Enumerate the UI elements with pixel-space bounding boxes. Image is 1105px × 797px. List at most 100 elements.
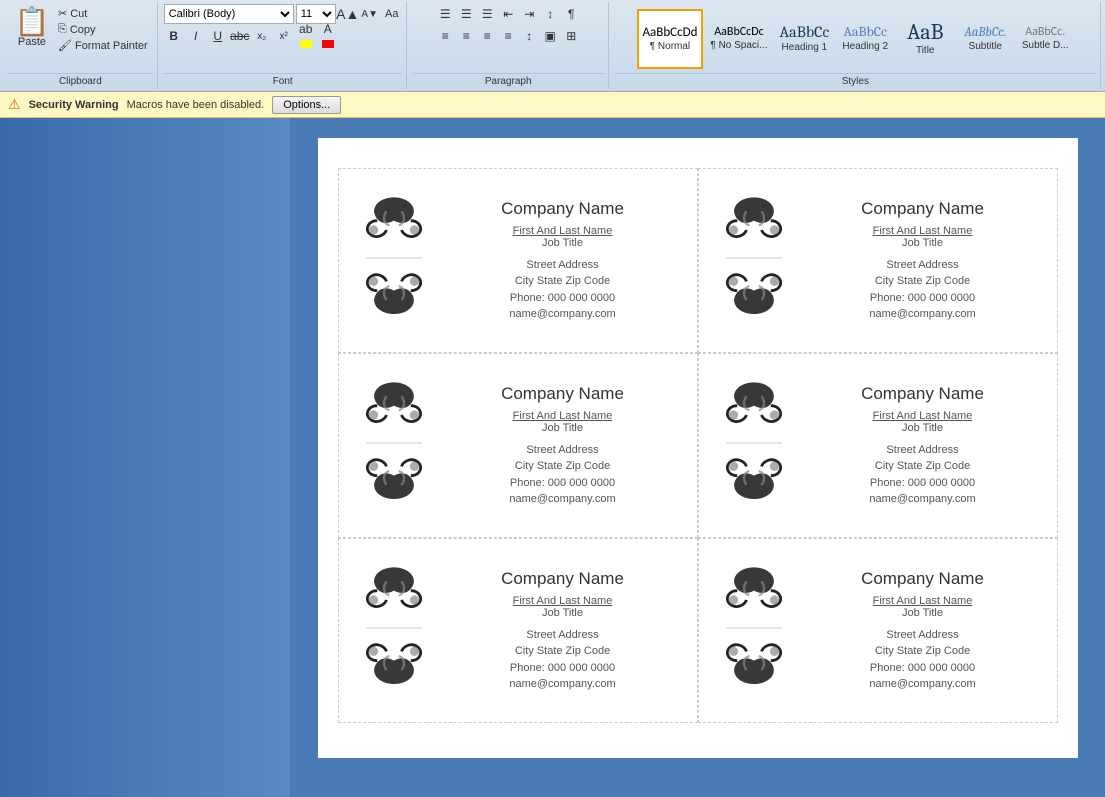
font-label: Font — [164, 73, 402, 87]
increase-font-button[interactable]: A▲ — [338, 4, 358, 24]
subscript-button[interactable]: x₂ — [252, 26, 272, 46]
style-h1-label: Heading 1 — [782, 42, 828, 53]
style-no-spacing[interactable]: AaBbCcDc ¶ No Spaci... — [705, 9, 772, 69]
style-subtle-preview: AaBbCc. — [1025, 26, 1065, 38]
security-icon: ⚠ — [8, 96, 21, 113]
cut-icon: ✂ — [58, 7, 67, 20]
format-painter-button[interactable]: 🖌 Format Painter — [55, 38, 151, 53]
style-normal[interactable]: AaBbCcDd ¶ Normal — [637, 9, 704, 69]
card-logo — [714, 188, 794, 333]
security-message: Macros have been disabled. — [127, 99, 265, 111]
business-card: Company Name First And Last Name Job Tit… — [338, 168, 698, 353]
cut-button[interactable]: ✂ Cut — [55, 6, 151, 21]
card-company-name: Company Name — [444, 569, 682, 589]
multilevel-button[interactable]: ☰ — [477, 4, 497, 24]
style-subtle[interactable]: AaBbCc. Subtle D... — [1016, 9, 1074, 69]
strikethrough-button[interactable]: abc — [230, 26, 250, 46]
font-size-select[interactable]: 11 — [296, 4, 336, 24]
card-job-title: Job Title — [444, 237, 682, 249]
style-title[interactable]: AaB Title — [896, 9, 954, 69]
line-spacing-button[interactable]: ↕ — [519, 26, 539, 46]
card-logo — [714, 558, 794, 703]
main-content: Company Name First And Last Name Job Tit… — [0, 118, 1105, 797]
paragraph-label: Paragraph — [413, 73, 604, 87]
styles-label: Styles — [615, 73, 1096, 87]
card-address: Street Address City State Zip Code Phone… — [444, 442, 682, 508]
copy-icon: ⎘ — [58, 23, 67, 36]
style-subtle-label: Subtle D... — [1022, 40, 1069, 51]
paste-icon: 📋 — [15, 8, 50, 36]
card-person-name: First And Last Name — [444, 225, 682, 237]
business-card: Company Name First And Last Name Job Tit… — [698, 168, 1058, 353]
style-title-label: Title — [916, 45, 935, 56]
align-center-button[interactable]: ≡ — [456, 26, 476, 46]
underline-button[interactable]: U — [208, 26, 228, 46]
paste-button[interactable]: 📋 Paste — [10, 6, 54, 50]
card-info: Company Name First And Last Name Job Tit… — [444, 199, 682, 323]
font-color-button[interactable]: A — [318, 26, 338, 46]
card-person-name: First And Last Name — [444, 410, 682, 422]
sort-button[interactable]: ↕ — [540, 4, 560, 24]
card-company-name: Company Name — [804, 199, 1042, 219]
shading-button[interactable]: ▣ — [540, 26, 560, 46]
style-subtitle-preview: AaBbCc. — [964, 26, 1006, 39]
style-subtitle[interactable]: AaBbCc. Subtitle — [956, 9, 1014, 69]
small-buttons: ✂ Cut ⎘ Copy 🖌 Format Painter — [55, 6, 151, 53]
numbering-button[interactable]: ☰ — [456, 4, 476, 24]
card-address: Street Address City State Zip Code Phone… — [444, 627, 682, 693]
copy-button[interactable]: ⎘ Copy — [55, 22, 151, 37]
card-person-name: First And Last Name — [804, 225, 1042, 237]
font-row1: Calibri (Body) 11 A▲ A▼ Aa — [164, 4, 402, 24]
style-heading2[interactable]: AaBbCc Heading 2 — [836, 9, 894, 69]
align-left-button[interactable]: ≡ — [435, 26, 455, 46]
card-company-name: Company Name — [804, 384, 1042, 404]
decrease-indent-button[interactable]: ⇤ — [498, 4, 518, 24]
align-right-button[interactable]: ≡ — [477, 26, 497, 46]
card-logo — [354, 373, 434, 518]
business-card: Company Name First And Last Name Job Tit… — [698, 538, 1058, 723]
decrease-font-button[interactable]: A▼ — [360, 4, 380, 24]
card-info: Company Name First And Last Name Job Tit… — [804, 199, 1042, 323]
copy-label: Copy — [70, 24, 96, 36]
card-job-title: Job Title — [804, 237, 1042, 249]
style-title-preview: AaB — [907, 21, 943, 43]
cut-label: Cut — [70, 8, 87, 20]
format-painter-icon: 🖌 — [58, 39, 72, 52]
increase-indent-button[interactable]: ⇥ — [519, 4, 539, 24]
card-info: Company Name First And Last Name Job Tit… — [804, 384, 1042, 508]
highlight-icon: ab — [297, 22, 315, 50]
options-button[interactable]: Options... — [272, 96, 341, 114]
document-page: Company Name First And Last Name Job Tit… — [318, 138, 1078, 758]
style-h1-preview: AaBbCc — [779, 24, 829, 40]
show-paragraph-button[interactable]: ¶ — [561, 4, 581, 24]
style-h2-preview: AaBbCc — [843, 25, 887, 39]
style-heading1[interactable]: AaBbCc Heading 1 — [774, 9, 834, 69]
card-address: Street Address City State Zip Code Phone… — [444, 257, 682, 323]
style-h2-label: Heading 2 — [842, 41, 888, 52]
paragraph-group-content: ☰ ☰ ☰ ⇤ ⇥ ↕ ¶ ≡ ≡ ≡ ≡ ↕ ▣ ⊞ — [435, 4, 581, 73]
highlight-button[interactable]: ab — [296, 26, 316, 46]
borders-button[interactable]: ⊞ — [561, 26, 581, 46]
card-info: Company Name First And Last Name Job Tit… — [804, 569, 1042, 693]
bold-button[interactable]: B — [164, 26, 184, 46]
superscript-button[interactable]: x² — [274, 26, 294, 46]
format-painter-label: Format Painter — [75, 40, 148, 52]
para-row1: ☰ ☰ ☰ ⇤ ⇥ ↕ ¶ — [435, 4, 581, 24]
card-person-name: First And Last Name — [804, 410, 1042, 422]
font-family-select[interactable]: Calibri (Body) — [164, 4, 294, 24]
ribbon: 📋 Paste ✂ Cut ⎘ Copy 🖌 Format Painter — [0, 0, 1105, 92]
bullets-button[interactable]: ☰ — [435, 4, 455, 24]
para-row2: ≡ ≡ ≡ ≡ ↕ ▣ ⊞ — [435, 26, 581, 46]
document-area[interactable]: Company Name First And Last Name Job Tit… — [290, 118, 1105, 797]
justify-button[interactable]: ≡ — [498, 26, 518, 46]
font-group: Calibri (Body) 11 A▲ A▼ Aa B I U abc — [160, 2, 407, 89]
card-logo — [354, 188, 434, 333]
clipboard-group-content: 📋 Paste ✂ Cut ⎘ Copy 🖌 Format Painter — [8, 4, 153, 73]
card-job-title: Job Title — [804, 607, 1042, 619]
card-job-title: Job Title — [444, 422, 682, 434]
business-card: Company Name First And Last Name Job Tit… — [698, 353, 1058, 538]
italic-button[interactable]: I — [186, 26, 206, 46]
card-info: Company Name First And Last Name Job Tit… — [444, 384, 682, 508]
card-company-name: Company Name — [804, 569, 1042, 589]
change-case-button[interactable]: Aa — [382, 4, 402, 24]
